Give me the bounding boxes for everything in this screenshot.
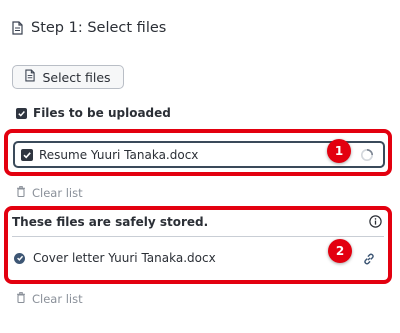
spinner-icon	[360, 147, 374, 166]
document-icon	[12, 21, 23, 35]
select-files-button[interactable]: Select files	[12, 65, 124, 89]
clear-upload-list[interactable]: Clear list	[16, 186, 83, 200]
stored-file-item: Cover letter Yuuri Tanaka.docx	[14, 251, 216, 265]
annotation-badge-1: 1	[327, 139, 351, 163]
stored-divider	[12, 236, 384, 237]
files-to-upload-label: Files to be uploaded	[33, 106, 171, 120]
step-header: Step 1: Select files	[12, 20, 166, 36]
trash-icon	[16, 186, 26, 200]
trash-icon	[16, 292, 26, 306]
stored-section-title: These files are safely stored.	[12, 215, 209, 229]
select-files-label: Select files	[42, 69, 111, 85]
check-circle-icon	[14, 252, 25, 264]
stored-file-name: Cover letter Yuuri Tanaka.docx	[33, 251, 216, 265]
clear-stored-list[interactable]: Clear list	[16, 292, 83, 306]
upload-file-name: Resume Yuuri Tanaka.docx	[39, 147, 199, 162]
step-title: Step 1: Select files	[31, 20, 167, 36]
annotation-badge-2: 2	[328, 239, 352, 263]
info-icon[interactable]	[369, 213, 382, 232]
document-icon	[25, 69, 36, 85]
select-all-upload-checkbox[interactable]	[16, 107, 27, 119]
stored-section-header: These files are safely stored.	[12, 212, 382, 232]
clear-list-label: Clear list	[32, 292, 83, 306]
clear-list-label: Clear list	[32, 186, 83, 200]
link-icon[interactable]	[362, 251, 376, 270]
file-checkbox[interactable]	[21, 148, 33, 161]
files-to-upload-header: Files to be uploaded	[16, 106, 171, 120]
